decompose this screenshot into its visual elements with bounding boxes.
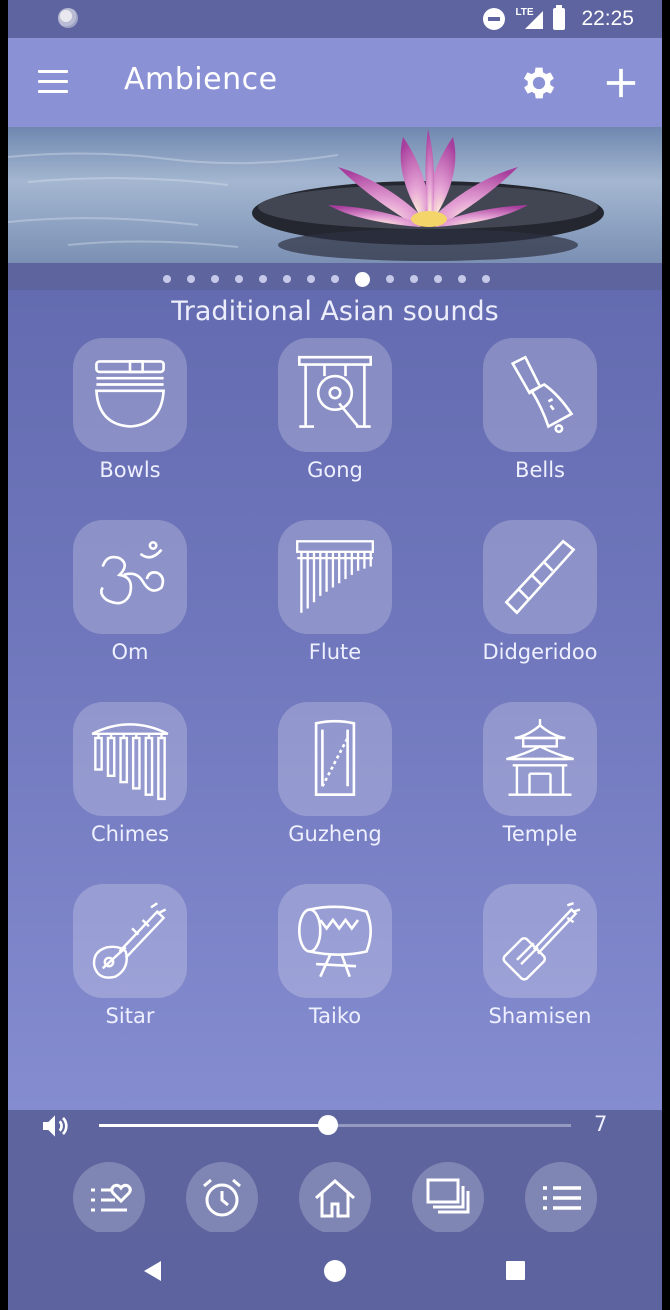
timer-button[interactable] bbox=[186, 1162, 258, 1234]
page-dot[interactable] bbox=[258, 275, 267, 283]
status-bar: LTE 22:25 bbox=[8, 0, 662, 38]
app-title: Ambience bbox=[124, 62, 278, 97]
battery-icon bbox=[553, 5, 566, 30]
sound-tile-didgeridoo[interactable]: Didgeridoo bbox=[465, 520, 615, 664]
page-dot[interactable] bbox=[457, 275, 466, 283]
page-dot[interactable] bbox=[354, 271, 370, 287]
list-icon bbox=[543, 1186, 581, 1210]
sound-tile-guzheng[interactable]: Guzheng bbox=[260, 702, 410, 846]
page-dot[interactable] bbox=[409, 275, 418, 283]
volume-slider-fill bbox=[99, 1124, 328, 1127]
do-not-disturb-icon bbox=[483, 8, 506, 30]
page-dot[interactable] bbox=[282, 275, 291, 283]
sound-label: Flute bbox=[308, 640, 362, 664]
guzheng-icon bbox=[314, 719, 356, 797]
sound-label: Temple bbox=[502, 822, 578, 846]
taiko-drum-icon bbox=[297, 905, 373, 978]
sound-tile-flute[interactable]: Flute bbox=[260, 520, 410, 664]
lotus-banner-image bbox=[8, 127, 662, 263]
page-dot[interactable] bbox=[162, 275, 171, 283]
sound-label: Shamisen bbox=[488, 1004, 592, 1028]
sound-tile-taiko[interactable]: Taiko bbox=[260, 884, 410, 1028]
lotus-illustration bbox=[8, 127, 662, 263]
sound-tile-om[interactable]: Om bbox=[55, 520, 205, 664]
alarm-clock-icon bbox=[203, 1178, 241, 1217]
gear-icon[interactable] bbox=[518, 62, 560, 104]
favorites-button[interactable] bbox=[73, 1162, 145, 1234]
stacked-pages-icon bbox=[426, 1178, 470, 1214]
page-dot[interactable] bbox=[481, 275, 490, 283]
sound-label: Bells bbox=[515, 458, 565, 482]
bottom-toolbar bbox=[8, 1150, 662, 1234]
sitar-icon bbox=[92, 902, 167, 979]
back-icon[interactable] bbox=[144, 1261, 161, 1281]
sound-tile-temple[interactable]: Temple bbox=[465, 702, 615, 846]
sound-tile-chimes[interactable]: Chimes bbox=[55, 702, 205, 846]
sound-label: Bowls bbox=[99, 458, 161, 482]
sound-tile-gong[interactable]: Gong bbox=[260, 338, 410, 482]
volume-value: 7 bbox=[594, 1112, 608, 1136]
bell-icon bbox=[510, 355, 574, 434]
sound-tile-shamisen[interactable]: Shamisen bbox=[465, 884, 615, 1028]
menu-icon[interactable] bbox=[38, 70, 68, 93]
app-screen: LTE 22:25 Ambience Traditional Asian sou… bbox=[8, 0, 662, 1310]
sound-label: Guzheng bbox=[288, 822, 382, 846]
volume-slider[interactable] bbox=[99, 1115, 571, 1135]
sound-tile-bowls[interactable]: Bowls bbox=[55, 338, 205, 482]
notification-icon bbox=[58, 8, 78, 28]
sound-label: Sitar bbox=[105, 1004, 155, 1028]
sound-label: Om bbox=[111, 640, 149, 664]
page-dot[interactable] bbox=[385, 275, 394, 283]
signal-icon: LTE bbox=[515, 7, 544, 31]
system-navigation-bar bbox=[8, 1232, 662, 1310]
app-bar: Ambience bbox=[8, 38, 662, 127]
shamisen-icon bbox=[502, 902, 581, 981]
favorites-list-icon bbox=[91, 1183, 132, 1212]
recents-icon[interactable] bbox=[506, 1261, 525, 1280]
home-button[interactable] bbox=[299, 1162, 371, 1234]
gong-icon bbox=[297, 355, 373, 428]
sound-label: Taiko bbox=[308, 1004, 362, 1028]
sound-tile-sitar[interactable]: Sitar bbox=[55, 884, 205, 1028]
sound-label: Chimes bbox=[90, 822, 170, 846]
wind-chimes-icon bbox=[91, 723, 169, 801]
page-dot[interactable] bbox=[234, 275, 243, 283]
sound-label: Gong bbox=[307, 458, 363, 482]
page-dot[interactable] bbox=[186, 275, 195, 283]
status-time: 22:25 bbox=[581, 7, 634, 30]
page-dot[interactable] bbox=[330, 275, 339, 283]
page-dot[interactable] bbox=[433, 275, 442, 283]
list-button[interactable] bbox=[525, 1162, 597, 1234]
add-icon[interactable] bbox=[604, 66, 638, 100]
om-icon bbox=[100, 541, 165, 605]
home-nav-icon[interactable] bbox=[324, 1260, 346, 1282]
volume-icon[interactable] bbox=[38, 1110, 72, 1142]
page-dot[interactable] bbox=[306, 275, 315, 283]
category-title: Traditional Asian sounds bbox=[171, 296, 499, 327]
page-dot[interactable] bbox=[210, 275, 219, 283]
mixes-button[interactable] bbox=[412, 1162, 484, 1234]
singing-bowl-icon bbox=[95, 360, 165, 428]
volume-slider-thumb[interactable] bbox=[318, 1115, 338, 1135]
page-indicator bbox=[8, 270, 662, 288]
sound-tile-bells[interactable]: Bells bbox=[465, 338, 615, 482]
pagoda-temple-icon bbox=[506, 719, 574, 796]
home-icon bbox=[314, 1178, 356, 1218]
pan-flute-icon bbox=[296, 540, 374, 613]
sound-label: Didgeridoo bbox=[482, 640, 598, 664]
didgeridoo-icon bbox=[504, 539, 576, 615]
